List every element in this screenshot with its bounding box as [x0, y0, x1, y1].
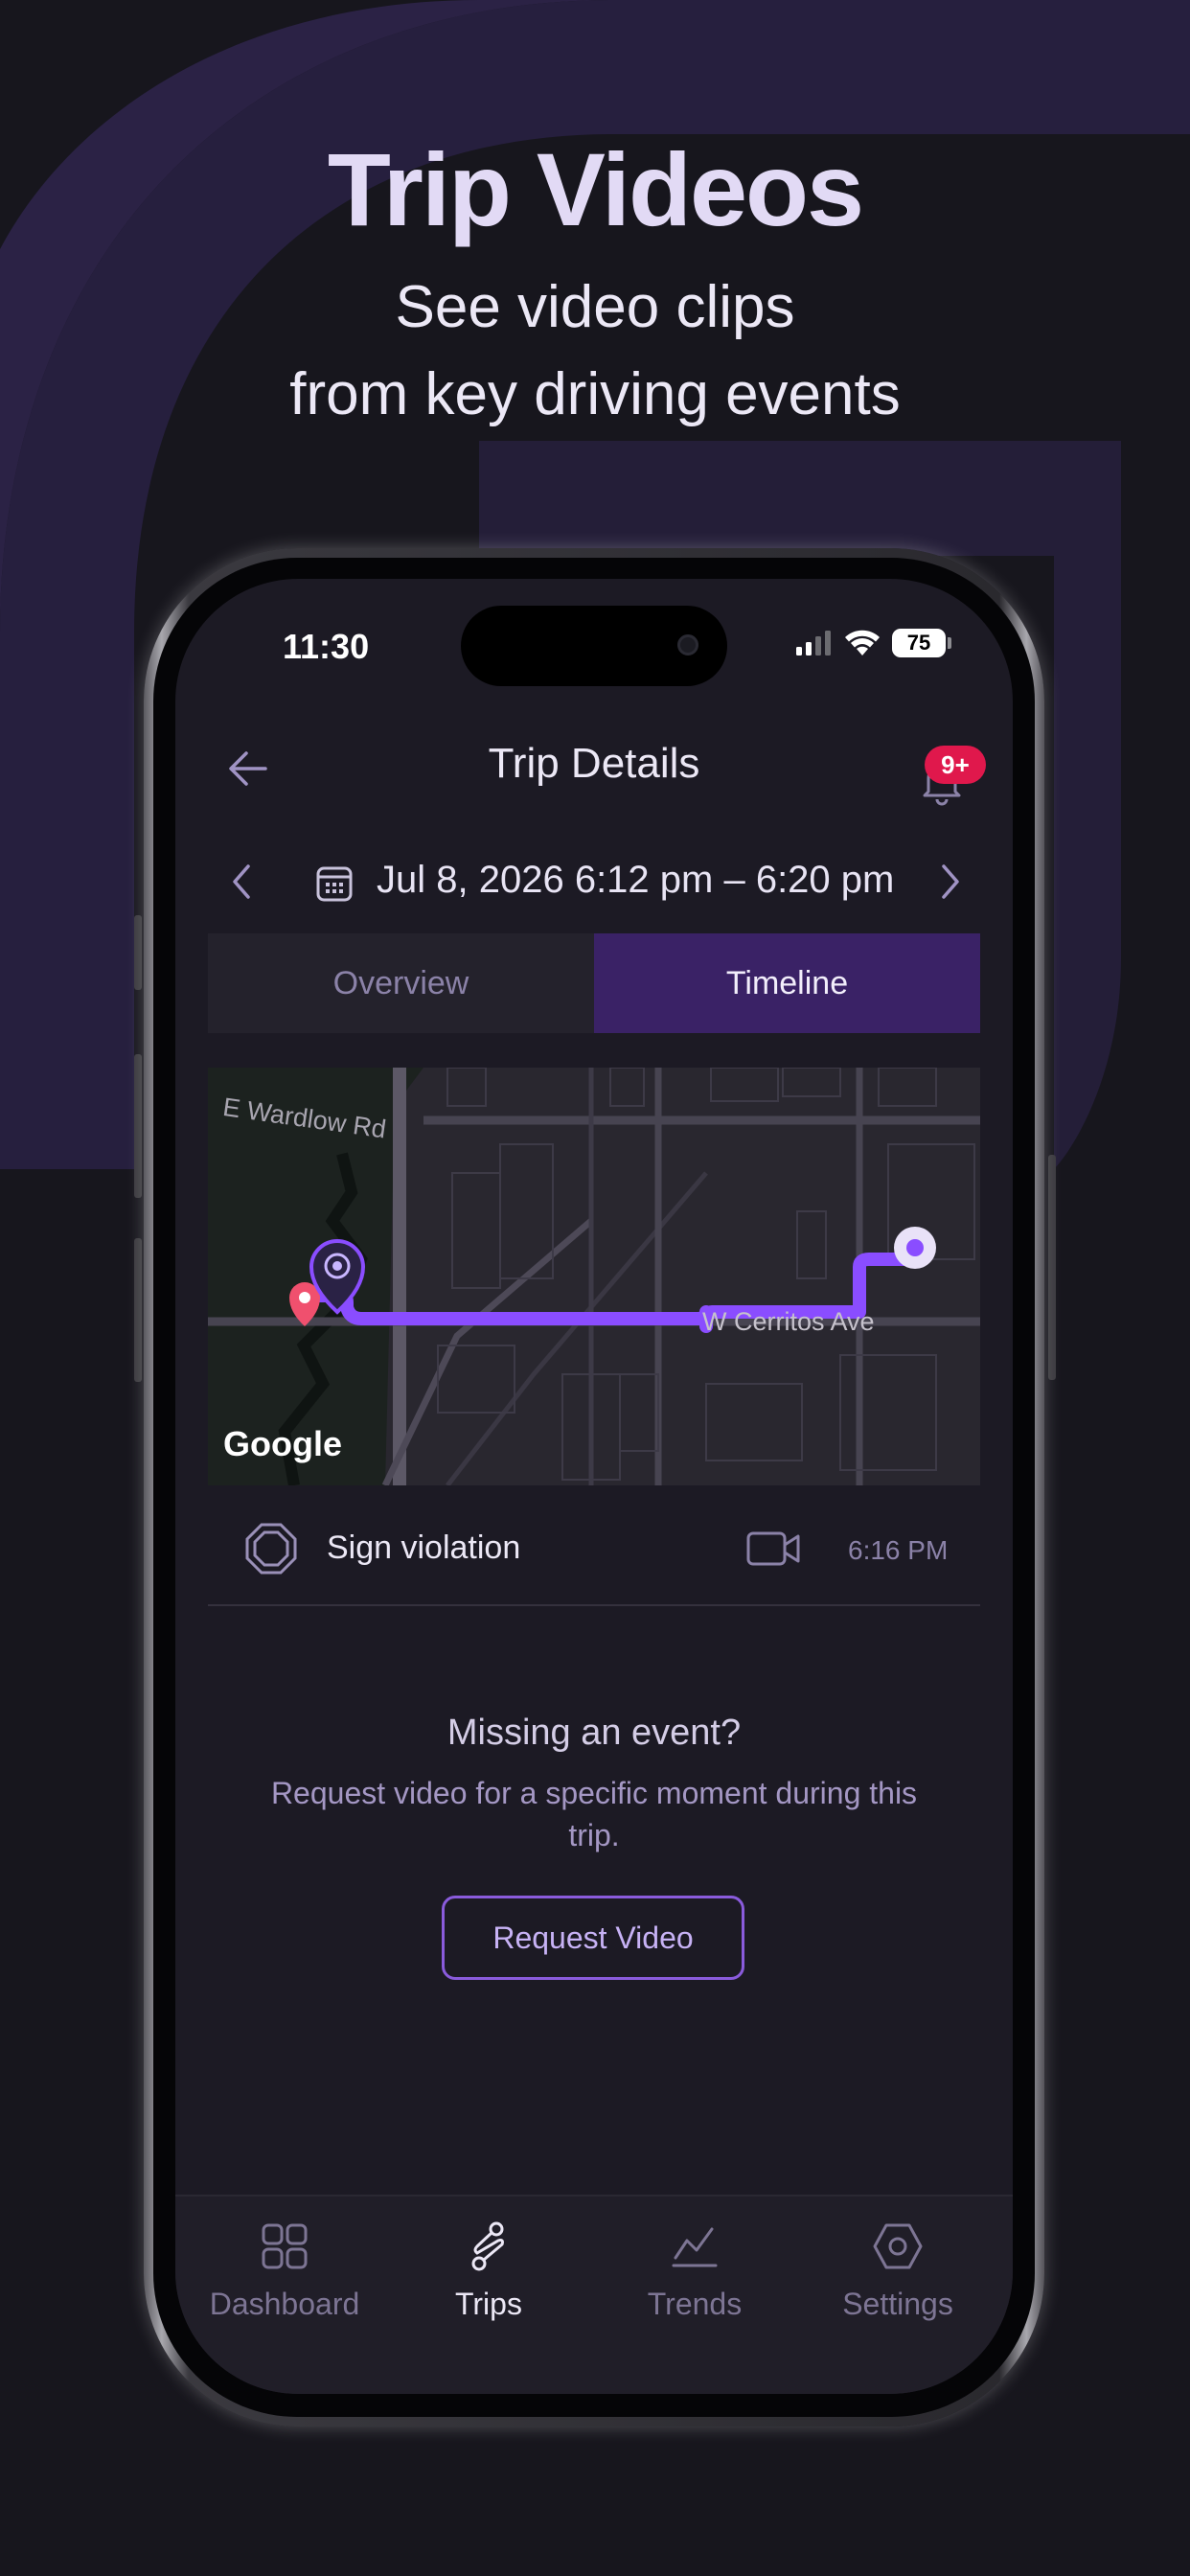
calendar-icon[interactable]	[315, 862, 354, 903]
missing-event-title: Missing an event?	[446, 1713, 742, 1753]
header: Trip Details 9+	[175, 723, 1013, 818]
wifi-icon	[845, 630, 880, 656]
action-button	[134, 915, 142, 990]
event-label: Sign violation	[327, 1530, 521, 1566]
date-selector: Jul 8, 2026 6:12 pm – 6:20 pm	[175, 845, 1013, 918]
phone-screen: 11:30 75 Trip Details 9+ Jul 8, 2026 6:1…	[175, 579, 1013, 2394]
missing-event-text: Request video for a specific moment duri…	[270, 1776, 918, 1852]
signal-icon	[796, 631, 831, 656]
promo-title: Trip Videos	[327, 131, 864, 247]
volume-down-button	[134, 1238, 142, 1382]
promo-subtitle-line1: See video clips	[395, 274, 795, 340]
tabbar-item-dashboard[interactable]: Dashboard	[189, 2218, 380, 2322]
trip-map[interactable]: E Wardlow Rd W Cerritos Ave Google	[208, 1068, 980, 1485]
event-time: 6:16 PM	[848, 1535, 949, 1565]
chevron-right-icon[interactable]	[930, 859, 969, 905]
date-range-label[interactable]: Jul 8, 2026 6:12 pm – 6:20 pm	[377, 859, 894, 902]
segmented-tabs: Overview Timeline	[208, 933, 980, 1033]
page-title: Trip Details	[488, 740, 700, 787]
bottom-tab-bar: Dashboard Trips Trends Settings	[175, 2195, 1013, 2394]
map-attribution: Google	[223, 1424, 342, 1463]
tabbar-label-settings: Settings	[842, 2287, 953, 2321]
street-label-cerritos: W Cerritos Ave	[702, 1307, 875, 1336]
tabbar-label-trips: Trips	[455, 2287, 522, 2321]
tabbar-label-trends: Trends	[647, 2287, 743, 2321]
promo-subtitle-line2: from key driving events	[289, 361, 901, 427]
tabbar-item-settings[interactable]: Settings	[802, 2218, 994, 2322]
camera-icon	[677, 634, 698, 656]
route-icon	[471, 2221, 504, 2271]
request-video-button[interactable]: Request Video	[442, 1896, 744, 1980]
tabbar-label-dashboard: Dashboard	[209, 2287, 360, 2321]
tabbar-item-trends[interactable]: Trends	[599, 2218, 790, 2322]
status-time: 11:30	[283, 627, 370, 666]
volume-up-button	[134, 1054, 142, 1198]
grid-icon	[262, 2223, 308, 2269]
notification-badge: 9+	[925, 746, 986, 784]
video-camera-icon[interactable]	[746, 1530, 802, 1568]
event-row[interactable]: Sign violation 6:16 PM	[208, 1501, 980, 1606]
battery-icon: 75	[892, 629, 951, 657]
dynamic-island	[461, 606, 727, 686]
status-icons: 75	[794, 629, 951, 657]
chevron-left-icon[interactable]	[223, 859, 262, 905]
tabbar-item-trips[interactable]: Trips	[393, 2218, 584, 2322]
power-button	[1048, 1155, 1056, 1380]
trend-chart-icon	[672, 2227, 718, 2267]
tab-overview[interactable]: Overview	[208, 933, 594, 1033]
hexagon-gear-icon	[873, 2223, 923, 2269]
tab-timeline[interactable]: Timeline	[594, 933, 980, 1033]
octagon-sign-icon	[245, 1523, 297, 1575]
